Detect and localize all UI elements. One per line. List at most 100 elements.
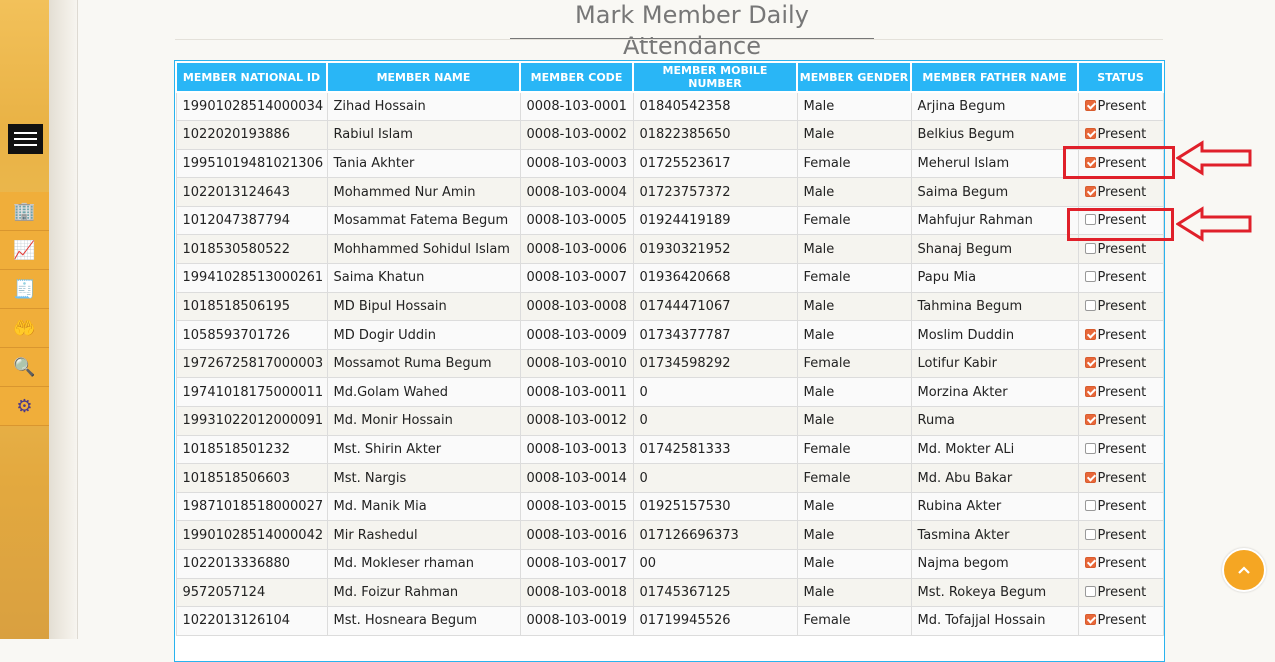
present-checkbox[interactable] (1084, 357, 1096, 369)
present-label[interactable]: Present (1098, 528, 1147, 543)
column-header[interactable]: MEMBER NATIONAL ID (175, 61, 328, 93)
table-cell: 01840542358 (632, 91, 798, 122)
column-header[interactable]: MEMBER CODE (519, 61, 634, 93)
table-cell: Female (796, 606, 912, 636)
table-row: 19951019481021306 Tania Akhter 0008-103-00… (175, 148, 1164, 179)
present-label[interactable]: Present (1098, 385, 1147, 400)
table-cell: 01936420668 (632, 263, 798, 293)
table-cell: Male (796, 91, 912, 122)
status-cell: Present (1077, 520, 1164, 550)
present-label[interactable]: Present (1098, 471, 1147, 486)
present-checkbox[interactable] (1084, 614, 1096, 626)
table-cell: 1058593701726 (175, 320, 328, 350)
table-cell: Md. Mokter ALi (910, 434, 1079, 465)
search-people-icon[interactable]: 🔍 (0, 348, 49, 387)
sidebar-edge (49, 0, 78, 639)
present-label[interactable]: Present (1098, 99, 1147, 114)
annotation-arrow (1176, 140, 1252, 176)
table-cell: 1012047387794 (175, 205, 328, 236)
cash-register-icon[interactable]: 🧾 (0, 270, 49, 309)
table-cell: Rabiul Islam (326, 120, 521, 150)
present-label[interactable]: Present (1098, 127, 1147, 142)
building-icon[interactable]: 🏢 (0, 192, 49, 231)
table-cell: Mst. Shirin Akter (326, 434, 521, 465)
hamburger-icon[interactable] (8, 124, 43, 154)
hand-money-icon[interactable]: 🤲 (0, 309, 49, 348)
table-cell: Male (796, 291, 912, 322)
present-checkbox[interactable] (1084, 442, 1096, 454)
present-checkbox[interactable] (1084, 585, 1096, 597)
present-checkbox[interactable] (1084, 528, 1096, 540)
present-checkbox[interactable] (1084, 385, 1096, 397)
table-cell: Rubina Akter (910, 491, 1079, 522)
present-label[interactable]: Present (1098, 356, 1147, 371)
table-row: 19871018518000027 Md. Manik Mia 0008-103-0… (175, 491, 1164, 522)
page-title: Mark Member Daily Attendance (575, 1, 809, 60)
column-header[interactable]: MEMBER FATHER NAME (910, 61, 1079, 93)
present-label[interactable]: Present (1098, 270, 1147, 285)
table-cell: Belkius Begum (910, 120, 1079, 150)
present-checkbox[interactable] (1084, 414, 1096, 426)
table-row: 19741018175000011 Md.Golam Wahed 0008-103-… (175, 377, 1164, 408)
table-cell: 0008-103-0002 (519, 120, 634, 150)
table-cell: Saima Khatun (326, 263, 521, 293)
table-row: 1022013126104 Mst. Hosneara Begum 0008-103… (175, 606, 1164, 636)
present-checkbox[interactable] (1084, 185, 1096, 197)
column-header[interactable]: MEMBER NAME (326, 61, 521, 93)
table-cell: Male (796, 177, 912, 207)
present-checkbox[interactable] (1084, 271, 1096, 283)
present-label[interactable]: Present (1098, 328, 1147, 343)
present-label[interactable]: Present (1098, 499, 1147, 514)
present-label[interactable]: Present (1098, 556, 1147, 571)
present-label[interactable]: Present (1098, 413, 1147, 428)
table-cell: 0 (632, 377, 798, 408)
column-header[interactable]: MEMBER MOBILE NUMBER (632, 61, 798, 93)
table-cell: 0008-103-0016 (519, 520, 634, 550)
status-cell: Present (1077, 91, 1164, 122)
table-cell: 0008-103-0005 (519, 205, 634, 236)
table-cell: 01822385650 (632, 120, 798, 150)
table-cell: Female (796, 348, 912, 379)
present-checkbox[interactable] (1084, 242, 1096, 254)
present-checkbox[interactable] (1084, 500, 1096, 512)
chevron-up-icon (1238, 566, 1250, 574)
present-checkbox[interactable] (1084, 557, 1096, 569)
table-row: 1022013336880 Md. Mokleser rhaman 0008-103… (175, 549, 1164, 579)
table-cell: 1022013336880 (175, 549, 328, 579)
table-cell: Md. Monir Hossain (326, 406, 521, 436)
table-cell: 01745367125 (632, 577, 798, 608)
table-cell: 01925157530 (632, 491, 798, 522)
present-checkbox[interactable] (1084, 100, 1096, 112)
table-cell: 0008-103-0003 (519, 148, 634, 179)
table-cell: Male (796, 577, 912, 608)
present-label[interactable]: Present (1098, 442, 1147, 457)
table-cell: Male (796, 320, 912, 350)
status-cell: Present (1077, 491, 1164, 522)
chart-up-icon[interactable]: 📈 (0, 231, 49, 270)
present-label[interactable]: Present (1098, 185, 1147, 200)
status-cell: Present (1077, 348, 1164, 379)
status-cell: Present (1077, 434, 1164, 465)
present-label[interactable]: Present (1098, 585, 1147, 600)
network-gear-icon[interactable]: ⚙ (0, 387, 49, 426)
table-cell: Male (796, 377, 912, 408)
scroll-to-top-button[interactable] (1222, 548, 1266, 592)
table-cell: 1022020193886 (175, 120, 328, 150)
table-cell: 0008-103-0014 (519, 463, 634, 493)
table-cell: 017126696373 (632, 520, 798, 550)
present-label[interactable]: Present (1098, 242, 1147, 257)
present-checkbox[interactable] (1084, 471, 1096, 483)
present-label[interactable]: Present (1098, 613, 1147, 628)
present-checkbox[interactable] (1084, 128, 1096, 140)
table-cell: Mst. Rokeya Begum (910, 577, 1079, 608)
present-label[interactable]: Present (1098, 299, 1147, 314)
column-header[interactable]: MEMBER GENDER (796, 61, 912, 93)
column-header[interactable]: STATUS (1077, 61, 1164, 93)
table-cell: Male (796, 406, 912, 436)
table-cell: 0008-103-0015 (519, 491, 634, 522)
table-cell: Male (796, 491, 912, 522)
table-cell: 01719945526 (632, 606, 798, 636)
attendance-table: MEMBER NATIONAL ID MEMBER NAME MEMBER CO… (175, 61, 1164, 636)
present-checkbox[interactable] (1084, 299, 1096, 311)
present-checkbox[interactable] (1084, 328, 1096, 340)
